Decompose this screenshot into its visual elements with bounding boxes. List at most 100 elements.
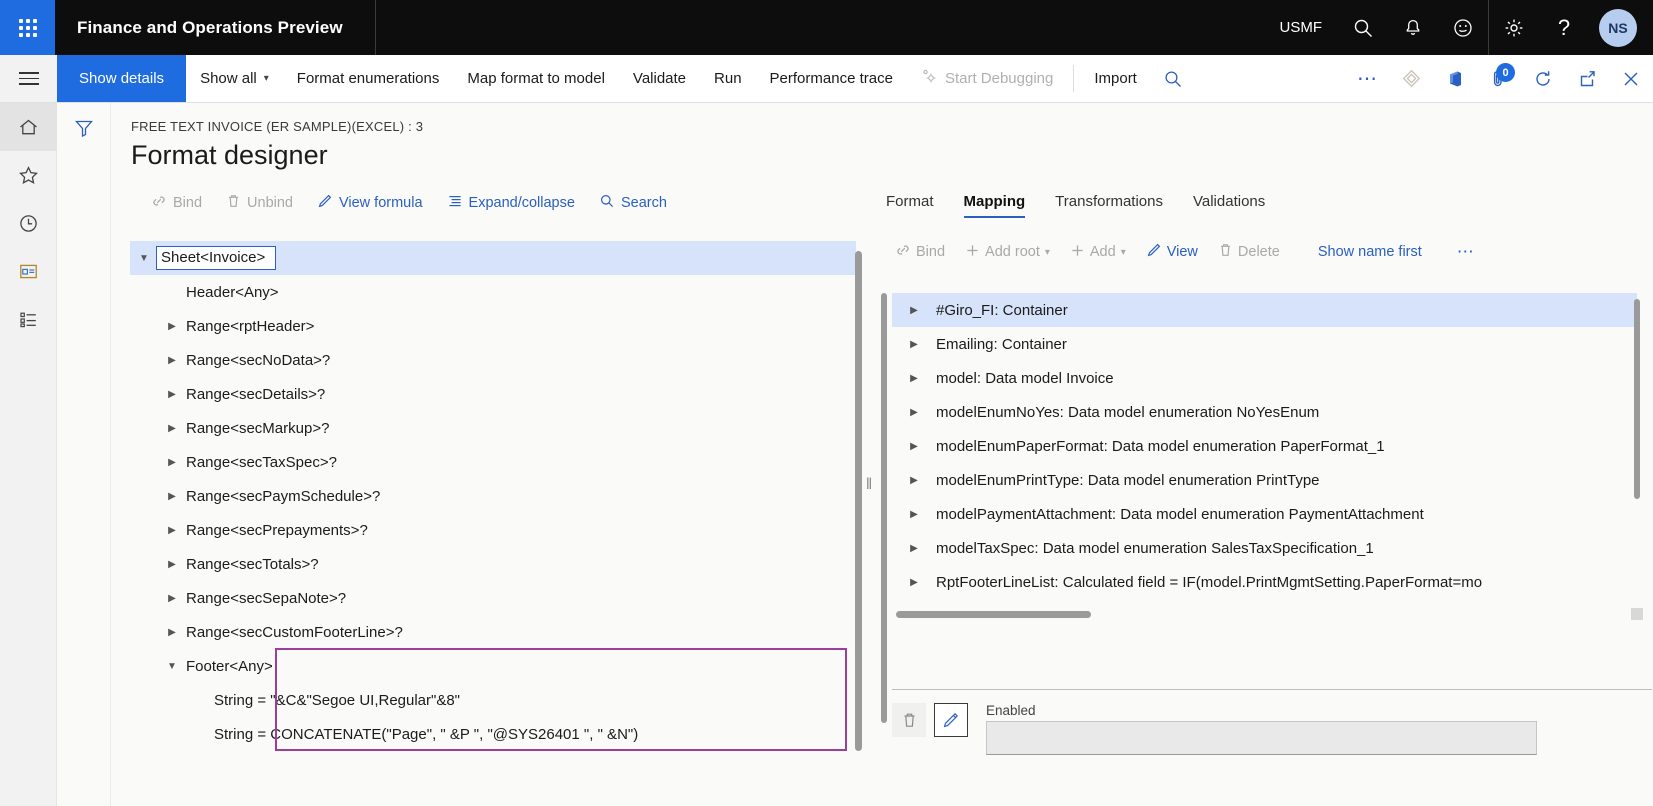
smiley-icon[interactable] (1438, 0, 1488, 55)
mapping-row[interactable]: ▶ modelEnumPrintType: Data model enumera… (892, 463, 1637, 497)
collapsed-triangle-icon[interactable]: ▶ (158, 559, 186, 570)
map-format-to-model-button[interactable]: Map format to model (453, 55, 619, 102)
tab-format[interactable]: Format (886, 193, 934, 218)
tree-node[interactable]: ▶ Range<secNoData>? (130, 343, 856, 377)
expanded-triangle-icon[interactable]: ▼ (130, 253, 158, 264)
help-icon[interactable]: ? (1539, 0, 1589, 55)
collapsed-triangle-icon[interactable]: ▶ (158, 423, 186, 434)
tree-node[interactable]: ▶ Range<secTotals>? (130, 547, 856, 581)
gear-icon[interactable] (1489, 0, 1539, 55)
rail-item-favorites[interactable] (0, 151, 57, 199)
plus-icon (1070, 243, 1085, 262)
search-icon[interactable] (1338, 0, 1388, 55)
bell-icon[interactable] (1388, 0, 1438, 55)
rail-item-home[interactable] (0, 103, 57, 151)
tree-node[interactable]: Header<Any> (130, 275, 856, 309)
collapsed-triangle-icon[interactable]: ▶ (158, 593, 186, 604)
performance-trace-button[interactable]: Performance trace (756, 55, 907, 102)
open-in-new-window-icon[interactable] (1565, 55, 1609, 102)
collapsed-triangle-icon[interactable]: ▶ (892, 543, 936, 554)
format-enumerations-button[interactable]: Format enumerations (283, 55, 454, 102)
tree-node[interactable]: ▶ Range<secPaymSchedule>? (130, 479, 856, 513)
collapsed-triangle-icon[interactable]: ▶ (158, 355, 186, 366)
tree-node[interactable]: ▼ Sheet<Invoice> (130, 241, 856, 275)
expand-collapse-button[interactable]: Expand/collapse (437, 193, 585, 213)
format-tree-vertical-scrollbar[interactable] (855, 251, 862, 751)
mapping-row[interactable]: ▶ RptFooterLineList: Calculated field = … (892, 565, 1637, 599)
attachments-icon[interactable]: 0 (1477, 55, 1521, 102)
tree-node[interactable]: String = "&C&"Segoe UI,Regular"&8" (130, 683, 856, 717)
rail-item-workspaces[interactable] (0, 247, 57, 295)
navigation-menu-button[interactable] (0, 55, 57, 102)
mapping-row[interactable]: ▶ modelTaxSpec: Data model enumeration S… (892, 531, 1637, 565)
collapsed-triangle-icon[interactable]: ▶ (158, 525, 186, 536)
mapping-pane-left-scrollbar[interactable] (881, 293, 887, 723)
mapping-row[interactable]: ▶ model: Data model Invoice (892, 361, 1637, 395)
company-selector[interactable]: USMF (1264, 19, 1339, 36)
show-name-first-button[interactable]: Show name first (1309, 244, 1431, 260)
collapsed-triangle-icon[interactable]: ▶ (158, 389, 186, 400)
tab-validations[interactable]: Validations (1193, 193, 1265, 218)
view-button[interactable]: View (1137, 242, 1207, 262)
run-button[interactable]: Run (700, 55, 756, 102)
collapsed-triangle-icon[interactable]: ▶ (158, 321, 186, 332)
tab-transformations[interactable]: Transformations (1055, 193, 1163, 218)
collapsed-triangle-icon[interactable]: ▶ (892, 577, 936, 588)
collapsed-triangle-icon[interactable]: ▶ (892, 441, 936, 452)
show-details-button[interactable]: Show details (57, 55, 187, 102)
collapsed-triangle-icon[interactable]: ▶ (892, 407, 936, 418)
collapsed-triangle-icon[interactable]: ▶ (892, 339, 936, 350)
tree-node[interactable]: ▶ Range<secTaxSpec>? (130, 445, 856, 479)
enabled-field-group: Enabled (986, 703, 1537, 755)
tree-node[interactable]: ▶ Range<secDetails>? (130, 377, 856, 411)
expanded-triangle-icon[interactable]: ▼ (158, 661, 186, 672)
validate-button[interactable]: Validate (619, 55, 700, 102)
format-pane: FREE TEXT INVOICE (ER SAMPLE)(EXCEL) : 3… (111, 103, 868, 806)
show-all-button[interactable]: Show all ▾ (186, 55, 283, 102)
mapping-row[interactable]: ▶ Emailing: Container (892, 327, 1637, 361)
view-formula-button[interactable]: View formula (307, 193, 433, 213)
filter-icon[interactable] (57, 117, 111, 151)
collapsed-triangle-icon[interactable]: ▶ (892, 373, 936, 384)
office-icon[interactable] (1433, 55, 1477, 102)
avatar[interactable]: NS (1599, 8, 1637, 47)
close-icon[interactable] (1609, 55, 1653, 102)
detail-delete-button[interactable] (892, 703, 926, 737)
collapsed-triangle-icon[interactable]: ▶ (892, 475, 936, 486)
tree-node[interactable]: ▶ Range<secMarkup>? (130, 411, 856, 445)
mapping-tree[interactable]: ▶ #Giro_FI: Container ▶ Emailing: Contai… (892, 293, 1637, 618)
tree-node[interactable]: ▶ Range<secPrepayments>? (130, 513, 856, 547)
mapping-overflow-icon[interactable]: ⋯ (1447, 242, 1484, 262)
mapping-row[interactable]: ▶ modelPaymentAttachment: Data model enu… (892, 497, 1637, 531)
collapsed-triangle-icon[interactable]: ▶ (158, 491, 186, 502)
mapping-row[interactable]: ▶ #Giro_FI: Container (892, 293, 1637, 327)
collapsed-triangle-icon[interactable]: ▶ (158, 627, 186, 638)
mapping-tree-vertical-scrollbar[interactable] (1634, 299, 1640, 499)
mapping-row[interactable]: ▶ modelEnumNoYes: Data model enumeration… (892, 395, 1637, 429)
collapsed-triangle-icon[interactable]: ▶ (892, 305, 936, 316)
app-launcher-button[interactable] (0, 0, 55, 55)
format-tree[interactable]: ▼ Sheet<Invoice> Header<Any> ▶ Range<rpt… (130, 241, 856, 801)
tab-mapping[interactable]: Mapping (963, 193, 1025, 218)
tree-node[interactable]: ▶ Range<rptHeader> (130, 309, 856, 343)
mapping-tree-horizontal-scrollbar[interactable] (896, 611, 1091, 618)
more-options-icon[interactable]: ⋯ (1345, 55, 1389, 102)
attachment-count-badge: 0 (1496, 63, 1515, 82)
tree-node[interactable]: ▶ Range<secCustomFooterLine>? (130, 615, 856, 649)
command-search-icon[interactable] (1151, 55, 1195, 102)
tree-node[interactable]: String = CONCATENATE("Page", " &P ", "@S… (130, 717, 856, 751)
rail-item-modules[interactable] (0, 295, 57, 343)
detail-edit-button[interactable] (934, 703, 968, 737)
mapping-row[interactable]: ▶ modelEnumPaperFormat: Data model enume… (892, 429, 1637, 463)
diagnostics-icon[interactable] (1389, 55, 1433, 102)
import-button[interactable]: Import (1080, 55, 1151, 102)
tree-node[interactable]: ▶ Range<secSepaNote>? (130, 581, 856, 615)
enabled-field-input[interactable] (986, 721, 1537, 755)
tree-node-footer[interactable]: ▼ Footer<Any> (130, 649, 856, 683)
rail-item-recent[interactable] (0, 199, 57, 247)
pane-splitter-handle[interactable]: ‖ (865, 473, 873, 497)
search-button[interactable]: Search (589, 193, 677, 213)
collapsed-triangle-icon[interactable]: ▶ (892, 509, 936, 520)
collapsed-triangle-icon[interactable]: ▶ (158, 457, 186, 468)
refresh-icon[interactable] (1521, 55, 1565, 102)
